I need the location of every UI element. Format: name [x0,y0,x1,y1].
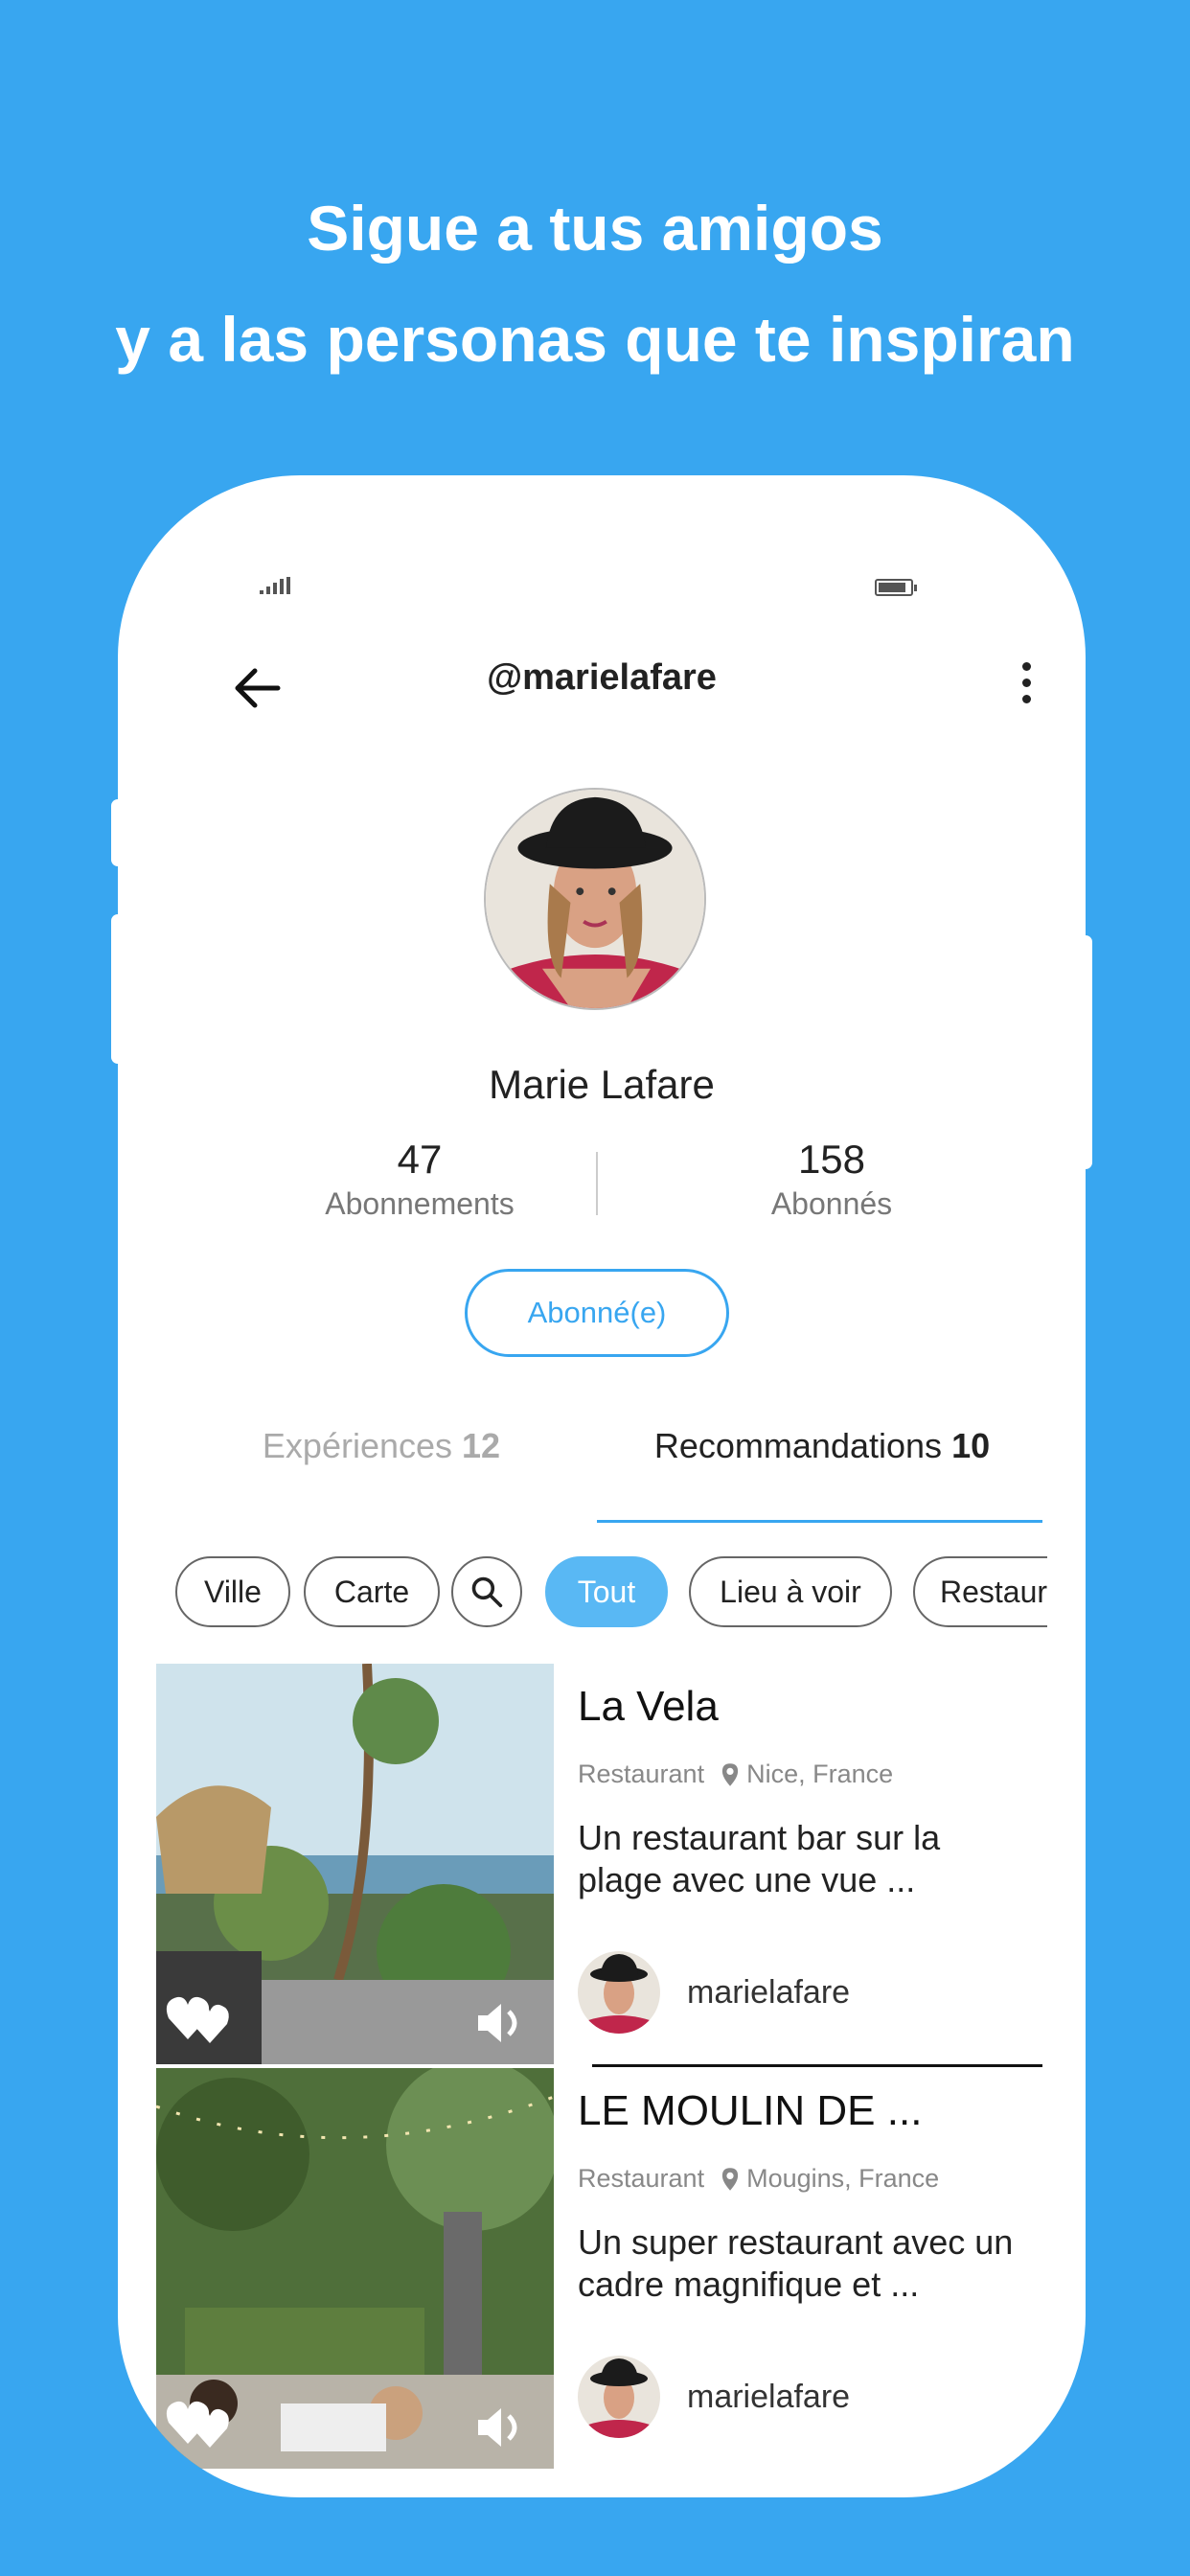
card-title: LE MOULIN DE ... [578,2087,923,2134]
card-description: Un restaurant bar sur la plage avec une … [578,1818,941,1899]
profile-name: Marie Lafare [489,1062,715,1107]
volume-icon[interactable] [472,2399,530,2456]
profile-handle: @marielafare [487,657,717,698]
filter-tout[interactable]: Tout [545,1556,668,1627]
tab-count: 12 [462,1426,501,1465]
card-location: Mougins, France [746,2164,940,2193]
filter-ville[interactable]: Ville [175,1556,290,1627]
card-title: La Vela [578,1683,719,1730]
card-photo [156,2068,554,2469]
tab-recommandations[interactable]: Recommandations 10 [597,1426,1047,1466]
location-pin-icon [721,2167,739,2191]
card-author[interactable]: marielafare [578,1951,850,2034]
battery-icon [875,579,917,596]
tab-label: Recommandations [653,1426,943,1465]
location-pin-icon [721,1762,739,1786]
more-vertical-icon[interactable] [1017,659,1036,707]
card-divider [592,2064,1042,2067]
like-icon[interactable] [164,1990,240,2047]
stat-divider [596,1152,598,1215]
search-icon [471,1576,503,1608]
followers-stat[interactable]: 158 Abonnés [659,1137,1004,1222]
follow-button[interactable]: Abonné(e) [465,1269,729,1357]
active-tab-indicator [597,1520,1042,1523]
tab-experiences[interactable]: Expériences 12 [156,1426,606,1466]
card-photo [156,1664,554,2064]
filter-restaurant[interactable]: Restaurant [913,1556,1047,1627]
filter-lieu-a-voir[interactable]: Lieu à voir [689,1556,892,1627]
following-stat[interactable]: 47 Abonnements [247,1137,592,1222]
like-icon[interactable] [164,2394,240,2451]
author-avatar [578,1951,660,2034]
tab-label: Expériences [262,1426,453,1465]
volume-icon[interactable] [472,1994,530,2052]
tab-count: 10 [951,1426,991,1465]
card-description: Un super restaurant avec un cadre magnif… [578,2222,1014,2304]
phone-screen: @marielafare Marie Lafare 47 Abonnements… [118,475,1086,2497]
followers-label: Abonnés [770,1186,893,1221]
promo-line-2: y a las personas que te inspiran [115,304,1075,375]
author-avatar [578,2356,660,2438]
card-meta: Restaurant Mougins, France [578,2164,939,2194]
card-location: Nice, France [746,1760,894,1788]
recommendation-card[interactable]: La Vela Restaurant Nice, France Un resta… [156,1664,1042,2067]
followers-count: 158 [797,1137,866,1182]
top-bar: @marielafare [156,629,1047,734]
filter-search[interactable] [451,1556,522,1627]
card-category: Restaurant [578,2164,705,2193]
card-category: Restaurant [578,1760,705,1788]
author-username: marielafare [687,2378,851,2415]
promo-line-1: Sigue a tus amigos [307,193,883,264]
following-label: Abonnements [325,1186,515,1221]
filter-bar: Ville Carte Tout Lieu à voir Restaurant [175,1556,1047,1633]
filter-carte[interactable]: Carte [304,1556,440,1627]
signal-icon [260,577,290,594]
recommendation-card[interactable]: LE MOULIN DE ... Restaurant Mougins, Fra… [156,2068,1042,2471]
card-meta: Restaurant Nice, France [578,1760,893,1789]
profile-avatar [484,788,706,1010]
author-username: marielafare [687,1973,851,2011]
following-count: 47 [397,1137,443,1182]
card-author[interactable]: marielafare [578,2356,850,2438]
